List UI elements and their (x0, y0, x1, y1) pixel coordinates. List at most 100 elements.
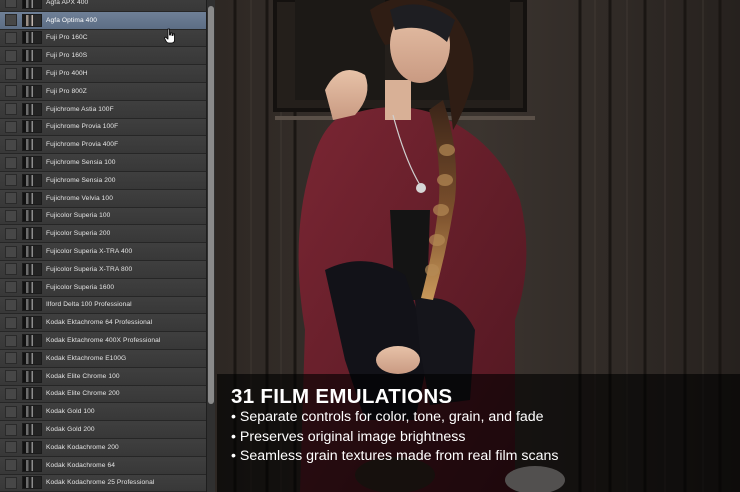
visibility-toggle[interactable] (5, 281, 17, 294)
visibility-toggle[interactable] (5, 334, 17, 347)
promo-bullet-3: • Seamless grain textures made from real… (231, 448, 559, 464)
visibility-toggle[interactable] (5, 370, 17, 383)
preset-thumbnail (22, 138, 42, 152)
preset-row[interactable]: Fujichrome Sensia 100 (0, 154, 206, 172)
preset-label: Fuji Pro 160C (46, 34, 88, 42)
preset-row[interactable]: Fujichrome Provia 100F (0, 118, 206, 137)
preset-label: Kodak Elite Chrome 100 (46, 372, 120, 380)
preset-thumbnail (22, 84, 42, 98)
visibility-toggle[interactable] (5, 316, 17, 329)
preset-list: Agfa APX 400 Agfa Optima 400 Fuji Pro 160C… (0, 0, 206, 492)
preset-row[interactable]: Kodak Kodachrome 25 Professional (0, 474, 206, 492)
preset-row[interactable]: Fujicolor Superia 200 (0, 225, 206, 244)
preset-label: Fujichrome Sensia 200 (46, 176, 116, 184)
preset-thumbnail (22, 102, 42, 116)
preset-label: Fuji Pro 800Z (46, 87, 87, 95)
preset-row[interactable]: Fujichrome Astia 100F (0, 100, 206, 119)
preset-label: Agfa Optima 400 (46, 16, 97, 24)
visibility-toggle[interactable] (5, 441, 17, 454)
preset-label: Fujicolor Superia 100 (46, 212, 111, 220)
preset-label: Fujichrome Velvia 100 (46, 194, 113, 202)
visibility-toggle[interactable] (5, 120, 17, 133)
preset-thumbnail (22, 262, 42, 276)
preset-row[interactable]: Fujichrome Provia 400F (0, 136, 206, 155)
preset-row[interactable]: Fujicolor Superia 100 (0, 207, 206, 226)
visibility-toggle[interactable] (5, 387, 17, 400)
visibility-toggle[interactable] (5, 298, 17, 311)
preset-thumbnail (22, 0, 42, 9)
preset-row[interactable]: Fujichrome Sensia 200 (0, 171, 206, 190)
preset-thumbnail (22, 13, 42, 27)
preset-thumbnail (22, 173, 42, 187)
preset-row[interactable]: Fuji Pro 400H (0, 65, 206, 83)
preset-row[interactable]: Kodak Ektachrome E100G (0, 349, 206, 368)
preset-thumbnail (22, 351, 42, 365)
preset-thumbnail (22, 191, 42, 205)
visibility-toggle[interactable] (5, 405, 17, 418)
visibility-toggle[interactable] (5, 103, 17, 116)
preset-label: Ilford Delta 100 Professional (46, 301, 132, 309)
preset-thumbnail (22, 440, 42, 454)
visibility-toggle[interactable] (5, 0, 17, 9)
preset-label: Fujicolor Superia 200 (46, 230, 111, 238)
preset-row[interactable]: Fuji Pro 160S (0, 47, 206, 66)
preset-thumbnail (22, 405, 42, 419)
preset-row[interactable]: Kodak Ektachrome 400X Professional (0, 332, 206, 350)
preset-label: Kodak Kodachrome 64 (46, 461, 115, 469)
preset-row[interactable]: Kodak Gold 200 (0, 421, 206, 439)
visibility-toggle[interactable] (5, 227, 17, 240)
visibility-toggle[interactable] (5, 174, 17, 187)
preset-label: Fujicolor Superia X-TRA 400 (46, 248, 133, 256)
preset-row[interactable]: Fujicolor Superia X-TRA 400 (0, 243, 206, 261)
promo-headline: 31 FILM EMULATIONS (231, 385, 453, 408)
visibility-toggle[interactable] (5, 67, 17, 80)
preset-scrollbar[interactable] (206, 0, 215, 492)
preset-thumbnail (22, 369, 42, 383)
visibility-toggle[interactable] (5, 352, 17, 365)
preset-row[interactable]: Fujicolor Superia 1600 (0, 278, 206, 297)
preset-label: Fujichrome Provia 100F (46, 123, 119, 131)
preset-thumbnail (22, 316, 42, 330)
preset-row[interactable]: Fujicolor Superia X-TRA 800 (0, 260, 206, 279)
visibility-toggle[interactable] (5, 31, 17, 44)
preset-label: Kodak Elite Chrome 200 (46, 390, 120, 398)
preset-row[interactable]: Agfa Optima 400 (0, 11, 206, 30)
preset-row[interactable]: Fujichrome Velvia 100 (0, 189, 206, 208)
preset-row[interactable]: Agfa APX 400 (0, 0, 206, 12)
preset-thumbnail (22, 31, 42, 45)
preset-label: Kodak Ektachrome 400X Professional (46, 337, 161, 345)
preset-label: Kodak Ektachrome 64 Professional (46, 319, 153, 327)
visibility-toggle[interactable] (5, 423, 17, 436)
visibility-toggle[interactable] (5, 14, 17, 27)
preset-row[interactable]: Kodak Gold 100 (0, 403, 206, 422)
preset-label: Fujicolor Superia X-TRA 800 (46, 265, 133, 273)
preset-row[interactable]: Kodak Kodachrome 64 (0, 456, 206, 475)
scrollbar-thumb[interactable] (208, 6, 214, 404)
visibility-toggle[interactable] (5, 138, 17, 151)
preset-row[interactable]: Ilford Delta 100 Professional (0, 296, 206, 315)
visibility-toggle[interactable] (5, 209, 17, 222)
visibility-toggle[interactable] (5, 85, 17, 98)
preset-label: Fujichrome Provia 400F (46, 141, 119, 149)
preset-thumbnail (22, 67, 42, 81)
preset-label: Agfa APX 400 (46, 0, 89, 6)
preset-panel: Agfa APX 400 Agfa Optima 400 Fuji Pro 160C… (0, 0, 206, 492)
visibility-toggle[interactable] (5, 49, 17, 62)
visibility-toggle[interactable] (5, 459, 17, 472)
preset-thumbnail (22, 227, 42, 241)
preset-row[interactable]: Kodak Elite Chrome 100 (0, 367, 206, 386)
visibility-toggle[interactable] (5, 192, 17, 205)
preset-row[interactable]: Fuji Pro 800Z (0, 82, 206, 101)
visibility-toggle[interactable] (5, 156, 17, 169)
preset-row[interactable]: Kodak Kodachrome 200 (0, 438, 206, 457)
preset-thumbnail (22, 245, 42, 259)
preset-thumbnail (22, 458, 42, 472)
preset-thumbnail (22, 49, 42, 63)
visibility-toggle[interactable] (5, 245, 17, 258)
visibility-toggle[interactable] (5, 476, 17, 489)
visibility-toggle[interactable] (5, 263, 17, 276)
preset-row[interactable]: Kodak Ektachrome 64 Professional (0, 314, 206, 333)
preset-thumbnail (22, 156, 42, 170)
promo-bullet-1: • Separate controls for color, tone, gra… (231, 409, 544, 425)
preset-row[interactable]: Kodak Elite Chrome 200 (0, 385, 206, 404)
